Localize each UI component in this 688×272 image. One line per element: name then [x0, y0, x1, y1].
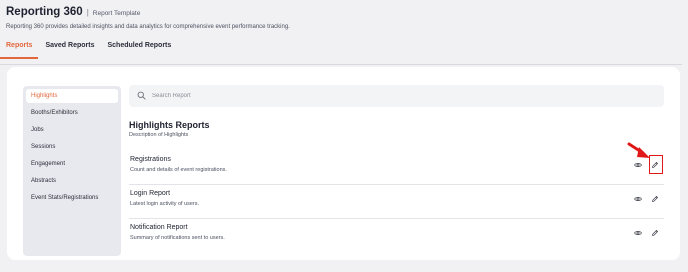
edit-report-button[interactable] [649, 227, 660, 238]
report-description: Summary of notifications sent to users. [130, 235, 225, 241]
tab-divider [0, 64, 682, 65]
template-label: Report Template [92, 10, 141, 17]
sidebar-item-abstracts[interactable]: Abstracts [26, 174, 118, 188]
sidebar-item-sessions[interactable]: Sessions [26, 140, 118, 154]
sidebar-item-booths-exhibitors[interactable]: Booths/Exhibitors [26, 106, 118, 120]
pencil-icon [651, 229, 658, 236]
sidebar-item-event-stats-registrations[interactable]: Event Stats/Registrations [26, 191, 118, 205]
report-name: Login Report [130, 190, 171, 197]
section-title: Highlights Reports [129, 120, 210, 130]
report-description: Count and details of event registrations… [130, 167, 227, 173]
page-header: Reporting 360 | Report Template Reportin… [0, 6, 682, 59]
eye-icon [633, 162, 642, 167]
report-row: Registrations Count and details of event… [129, 142, 664, 185]
eye-icon [633, 196, 642, 201]
section-subtitle: Description of Highlights [129, 132, 189, 138]
search-bar [129, 85, 664, 107]
edit-report-button[interactable] [649, 193, 660, 204]
sidebar-item-highlights[interactable]: Highlights [26, 89, 118, 103]
report-name: Registrations [130, 156, 171, 163]
report-row: Login Report Latest login activity of us… [129, 185, 664, 219]
search-input[interactable] [152, 93, 632, 99]
view-report-button[interactable] [632, 159, 643, 170]
report-name: Notification Report [130, 224, 188, 231]
sidebar-item-engagement[interactable]: Engagement [26, 157, 118, 171]
reports-panel: Highlights Booths/Exhibitors Jobs Sessio… [7, 67, 680, 260]
report-row: Notification Report Summary of notificat… [129, 219, 664, 253]
report-description: Latest login activity of users. [130, 201, 200, 207]
view-report-button[interactable] [632, 193, 643, 204]
title-row: Reporting 360 | Report Template [6, 6, 682, 18]
tab-scheduled-reports[interactable]: Scheduled Reports [107, 42, 171, 59]
title-separator: | [86, 8, 89, 17]
tab-reports[interactable]: Reports [0, 42, 40, 59]
app-description: Reporting 360 provides detailed insights… [6, 24, 290, 30]
tab-bar: Reports Saved Reports Scheduled Reports [0, 42, 682, 59]
pencil-icon [651, 195, 658, 202]
search-icon [137, 87, 146, 105]
highlight-box [649, 155, 663, 174]
view-report-button[interactable] [632, 227, 643, 238]
app-title: Reporting 360 [6, 6, 83, 18]
tab-saved-reports[interactable]: Saved Reports [45, 42, 94, 59]
eye-icon [633, 230, 642, 235]
category-sidebar: Highlights Booths/Exhibitors Jobs Sessio… [23, 86, 121, 256]
sidebar-item-jobs[interactable]: Jobs [26, 123, 118, 137]
